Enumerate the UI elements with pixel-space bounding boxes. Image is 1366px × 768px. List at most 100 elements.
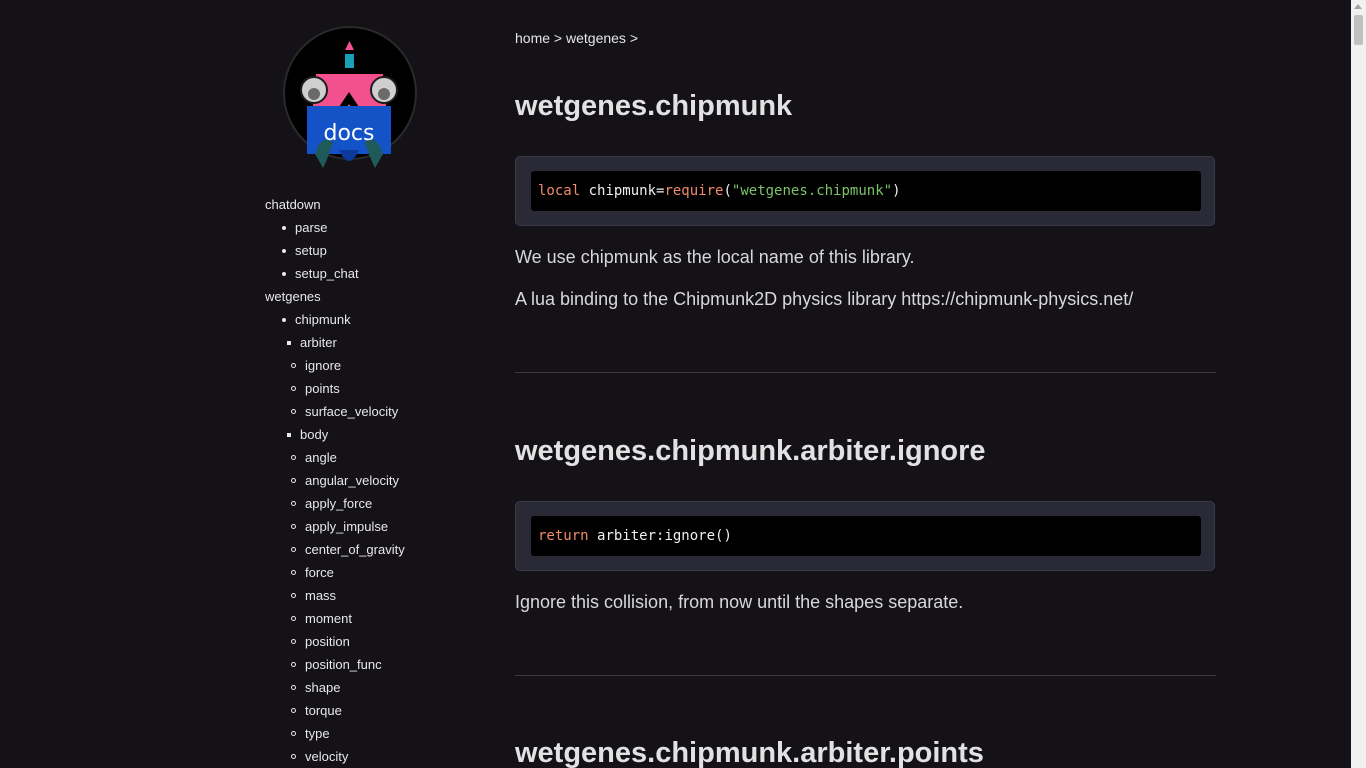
nav-item-points[interactable]: points <box>305 381 340 396</box>
page-root: docs chatdown parse setup setup_chat wet… <box>0 0 1366 768</box>
bullet-circle-icon <box>291 478 296 483</box>
bullet-circle-icon <box>291 501 296 506</box>
scroll-up-arrow-icon[interactable] <box>1354 4 1362 9</box>
nav-item-shape[interactable]: shape <box>305 680 340 695</box>
nav-item-surface-velocity[interactable]: surface_velocity <box>305 404 398 419</box>
nav-item-body[interactable]: body <box>300 427 328 442</box>
nav-item-torque[interactable]: torque <box>305 703 342 718</box>
bullet-circle-icon <box>291 386 296 391</box>
nav-row: torque <box>265 699 405 722</box>
nav-item-wetgenes[interactable]: wetgenes <box>265 285 405 308</box>
bullet-circle-icon <box>291 547 296 552</box>
section-paragraph: Ignore this collision, from now until th… <box>515 592 964 612</box>
nav-row: setup <box>265 239 405 262</box>
bullet-circle-icon <box>291 570 296 575</box>
bullet-disc-icon <box>282 272 286 276</box>
code-identifier: chipmunk= <box>588 183 665 199</box>
nav-row: center_of_gravity <box>265 538 405 561</box>
section-title-chipmunk: wetgenes.chipmunk <box>515 90 793 122</box>
section-paragraph: We use chipmunk as the local name of thi… <box>515 247 915 267</box>
bullet-disc-icon <box>282 226 286 230</box>
nav-item-angle[interactable]: angle <box>305 450 337 465</box>
nav-item-moment[interactable]: moment <box>305 611 352 626</box>
section-title-arbiter-points: wetgenes.chipmunk.arbiter.points <box>515 737 984 768</box>
nav-row: type <box>265 722 405 745</box>
nav-item-arbiter[interactable]: arbiter <box>300 335 337 350</box>
nav-item-position-func[interactable]: position_func <box>305 657 382 672</box>
nav-item-mass[interactable]: mass <box>305 588 336 603</box>
docs-logo[interactable]: docs <box>283 26 417 172</box>
bullet-square-icon <box>287 433 291 437</box>
bullet-circle-icon <box>291 593 296 598</box>
nav-item-parse[interactable]: parse <box>295 220 328 235</box>
bullet-circle-icon <box>291 685 296 690</box>
nav-item-apply-force[interactable]: apply_force <box>305 496 372 511</box>
bullet-circle-icon <box>291 455 296 460</box>
breadcrumb-home-link[interactable]: home <box>515 30 550 46</box>
code-keyword: local <box>538 183 581 199</box>
code-keyword: return <box>538 528 589 544</box>
code-string: "wetgenes.chipmunk" <box>731 183 893 199</box>
nav-row: mass <box>265 584 405 607</box>
nav-row: apply_force <box>265 492 405 515</box>
breadcrumb-wetgenes-link[interactable]: wetgenes <box>566 30 626 46</box>
nav-row: parse <box>265 216 405 239</box>
nav-row: setup_chat <box>265 262 405 285</box>
section-paragraph: A lua binding to the Chipmunk2D physics … <box>515 289 1134 309</box>
nav-item-velocity[interactable]: velocity <box>305 749 348 764</box>
nav-row: chipmunk <box>265 308 405 331</box>
nav-item-chatdown[interactable]: chatdown <box>265 193 405 216</box>
nav-row: position_func <box>265 653 405 676</box>
nav-row: angular_velocity <box>265 469 405 492</box>
nav-item-position[interactable]: position <box>305 634 350 649</box>
nav-item-ignore[interactable]: ignore <box>305 358 341 373</box>
scrollbar-thumb[interactable] <box>1354 15 1363 45</box>
nav-row: velocity <box>265 745 405 768</box>
bullet-circle-icon <box>291 662 296 667</box>
code-line[interactable]: local chipmunk=require("wetgenes.chipmun… <box>531 171 1201 211</box>
bullet-circle-icon <box>291 731 296 736</box>
nav-item-angular-velocity[interactable]: angular_velocity <box>305 473 399 488</box>
bullet-circle-icon <box>291 524 296 529</box>
section-divider <box>515 675 1216 676</box>
nav-item-apply-impulse[interactable]: apply_impulse <box>305 519 388 534</box>
nav-item-force[interactable]: force <box>305 565 334 580</box>
nav-row: position <box>265 630 405 653</box>
main-content: home > wetgenes > wetgenes.chipmunk loca… <box>515 0 1216 768</box>
nav-item-center-of-gravity[interactable]: center_of_gravity <box>305 542 405 557</box>
code-paren: ) <box>892 183 901 199</box>
nav-item-setup[interactable]: setup <box>295 243 327 258</box>
nav-row: ignore <box>265 354 405 377</box>
bullet-disc-icon <box>282 249 286 253</box>
bullet-circle-icon <box>291 363 296 368</box>
sidebar: docs chatdown parse setup setup_chat wet… <box>265 0 475 768</box>
nav-row: moment <box>265 607 405 630</box>
nav-row: points <box>265 377 405 400</box>
nav-item-type[interactable]: type <box>305 726 330 741</box>
nav-row: force <box>265 561 405 584</box>
code-line[interactable]: return arbiter:ignore() <box>531 516 1201 556</box>
vertical-scrollbar[interactable] <box>1351 0 1366 768</box>
sidebar-nav: chatdown parse setup setup_chat wetgenes… <box>265 193 405 768</box>
nav-row: surface_velocity <box>265 400 405 423</box>
bullet-square-icon <box>287 341 291 345</box>
nav-item-chipmunk[interactable]: chipmunk <box>295 312 351 327</box>
nav-row: angle <box>265 446 405 469</box>
nav-row: body <box>265 423 405 446</box>
nav-row: apply_impulse <box>265 515 405 538</box>
breadcrumb-separator: > <box>550 30 566 46</box>
bullet-disc-icon <box>282 318 286 322</box>
bullet-circle-icon <box>291 639 296 644</box>
nav-row: shape <box>265 676 405 699</box>
bullet-circle-icon <box>291 708 296 713</box>
docs-logo-image: docs <box>283 26 417 168</box>
code-paren: ( <box>723 183 732 199</box>
code-identifier: arbiter:ignore() <box>597 528 732 544</box>
nav-row: arbiter <box>265 331 405 354</box>
code-function: require <box>664 183 724 199</box>
nav-item-setup-chat[interactable]: setup_chat <box>295 266 359 281</box>
section-title-arbiter-ignore: wetgenes.chipmunk.arbiter.ignore <box>515 435 986 467</box>
bullet-circle-icon <box>291 616 296 621</box>
